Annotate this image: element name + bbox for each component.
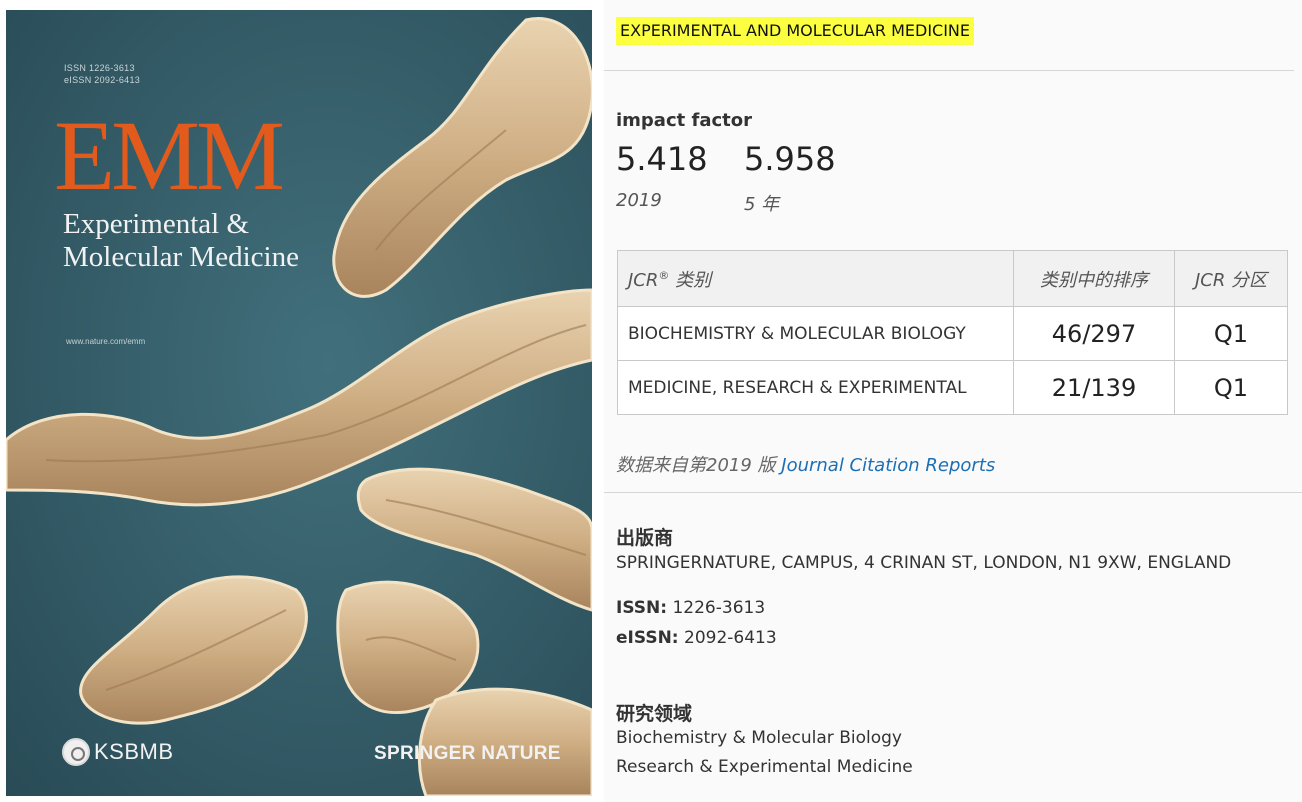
jcr-table-header: JCR® 类别 类别中的排序 JCR 分区 [617, 250, 1288, 307]
data-source-prefix: 数据来自第2019 版 [616, 455, 776, 476]
ksbmb-logo: KSBMB [62, 738, 174, 766]
ksbmb-seal-icon [62, 738, 90, 766]
issn-line: ISSN: 1226-3613 [616, 598, 766, 618]
research-area: Research & Experimental Medicine [616, 757, 913, 777]
impact-factor-2019-label: 2019 [616, 190, 662, 211]
publisher-address: SPRINGERNATURE, CAMPUS, 4 CRINAN ST, LON… [616, 553, 1232, 573]
springer-nature-logo: SPRINGER NATURE [374, 743, 561, 764]
jcr-category: MEDICINE, RESEARCH & EXPERIMENTAL [617, 360, 1014, 415]
research-area: Biochemistry & Molecular Biology [616, 728, 902, 748]
impact-factor-5yr-label: 5 年 [744, 194, 780, 215]
journal-info-panel: EXPERIMENTAL AND MOLECULAR MEDICINE impa… [604, 0, 1302, 802]
cover-title-line2: Molecular Medicine [63, 241, 299, 273]
journal-name: EXPERIMENTAL AND MOLECULAR MEDICINE [616, 17, 974, 45]
publisher-heading: 出版商 [616, 527, 674, 549]
jcr-rank: 46/297 [1013, 306, 1175, 361]
jcr-link[interactable]: Journal Citation Reports [781, 455, 995, 476]
jcr-quartile-header: JCR 分区 [1174, 250, 1288, 307]
jcr-rank: 21/139 [1013, 360, 1175, 415]
cover-issn-print: ISSN 1226-3613 [64, 63, 135, 73]
jcr-table: JCR® 类别 类别中的排序 JCR 分区 BIOCHEMISTRY & MOL… [617, 250, 1288, 415]
data-source-note: 数据来自第2019 版 Journal Citation Reports [616, 451, 995, 477]
registered-mark: ® [658, 268, 670, 282]
cover-title: Experimental & Molecular Medicine [63, 208, 299, 274]
divider [604, 70, 1294, 71]
impact-factor-5yr: 5.958 [744, 140, 836, 178]
jcr-category-header: JCR® 类别 [617, 250, 1014, 307]
cover-url: www.nature.com/emm [66, 337, 146, 346]
jcr-rank-header: 类别中的排序 [1013, 250, 1175, 307]
impact-factor-label: impact factor [616, 110, 752, 131]
ksbmb-label: KSBMB [94, 739, 174, 764]
jcr-quartile: Q1 [1174, 306, 1288, 361]
jcr-quartile: Q1 [1174, 360, 1288, 415]
jcr-category: BIOCHEMISTRY & MOLECULAR BIOLOGY [617, 306, 1014, 361]
divider [604, 492, 1302, 493]
emm-logo: EMM [54, 100, 285, 211]
table-row: MEDICINE, RESEARCH & EXPERIMENTAL 21/139… [617, 360, 1288, 415]
table-row: BIOCHEMISTRY & MOLECULAR BIOLOGY 46/297 … [617, 306, 1288, 361]
impact-factor-2019: 5.418 [616, 140, 708, 178]
cover-issn-online: eISSN 2092-6413 [64, 75, 141, 85]
cover-title-line1: Experimental & [63, 208, 250, 240]
journal-cover: ISSN 1226-3613 eISSN 2092-6413 EMM Exper… [6, 10, 592, 796]
cover-issn: ISSN 1226-3613 eISSN 2092-6413 [64, 62, 140, 86]
eissn-line: eISSN: 2092-6413 [616, 628, 777, 648]
research-areas-heading: 研究领域 [616, 703, 693, 725]
